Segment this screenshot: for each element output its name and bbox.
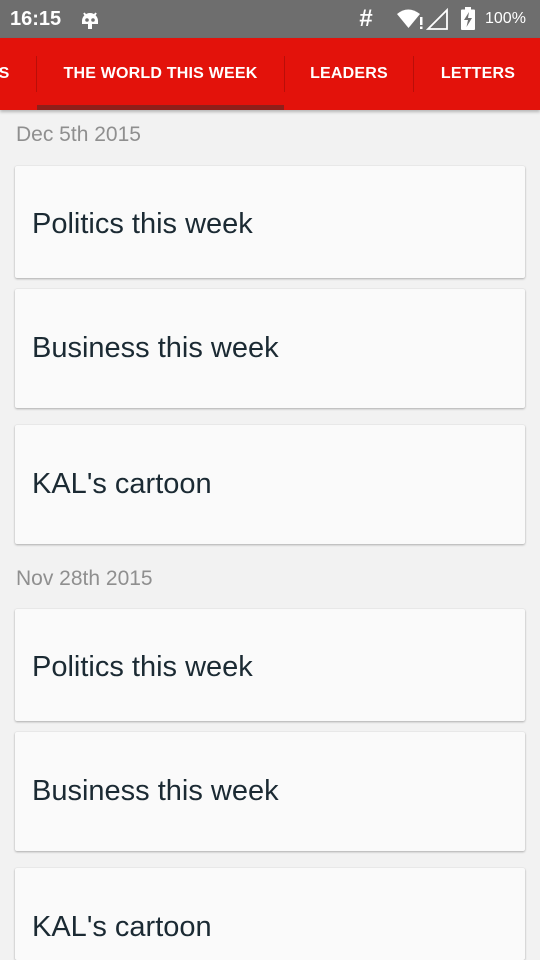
article-card-politics[interactable]: Politics this week [15,166,525,278]
tab-previous[interactable]: S [0,38,14,110]
article-title: KAL's cartoon [32,911,212,943]
section-date-header: Nov 28th 2015 [16,567,153,590]
battery-level: 100% [485,10,526,27]
status-bar: 16:15 # 100% [0,0,540,38]
section-tab-bar: S THE WORLD THIS WEEK LEADERS LETTERS [0,38,540,110]
article-title: Politics this week [32,651,253,683]
article-card-cartoon[interactable]: KAL's cartoon [15,868,525,960]
section-date-header: Dec 5th 2015 [16,123,141,146]
battery-charging-icon [461,7,475,30]
article-title: Business this week [32,332,279,364]
tab-letters[interactable]: LETTERS [414,38,540,110]
android-debug-icon [79,8,101,30]
status-time: 16:15 [10,8,62,30]
wifi-icon [396,8,424,30]
signal-icon [425,7,448,30]
article-title: Politics this week [32,208,253,240]
article-title: KAL's cartoon [32,468,212,500]
article-card-business[interactable]: Business this week [15,289,525,408]
article-title: Business this week [32,775,279,807]
tab-the-world-this-week[interactable]: THE WORLD THIS WEEK [37,38,284,110]
article-card-cartoon[interactable]: KAL's cartoon [15,425,525,544]
hash-icon: # [359,5,373,32]
article-card-business[interactable]: Business this week [15,732,525,851]
active-tab-indicator [37,105,284,110]
article-card-politics[interactable]: Politics this week [15,609,525,721]
tab-leaders[interactable]: LEADERS [285,38,413,110]
